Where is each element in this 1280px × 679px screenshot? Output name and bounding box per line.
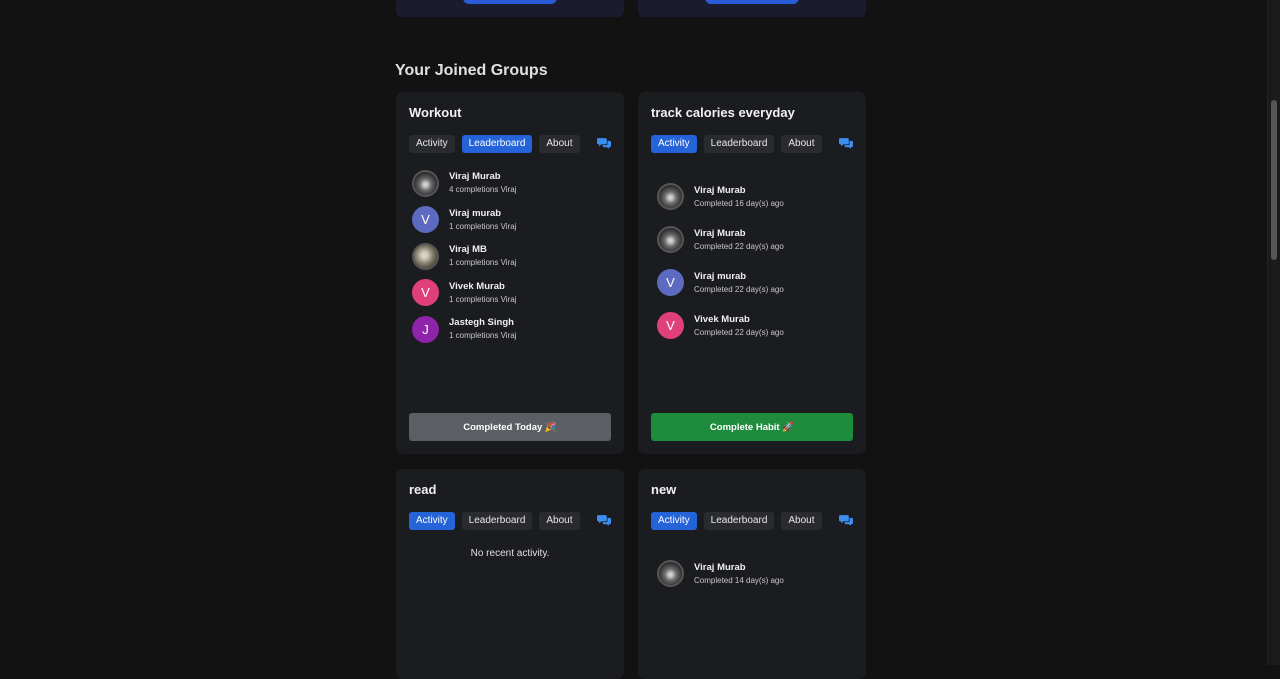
chat-bubbles-icon[interactable] bbox=[597, 137, 611, 149]
list-item: Viraj Murab Completed 14 day(s) ago bbox=[657, 552, 853, 595]
activity-time: Completed 16 day(s) ago bbox=[694, 198, 784, 208]
group-tabs: Activity Leaderboard About bbox=[651, 135, 853, 153]
tab-about[interactable]: About bbox=[781, 512, 822, 530]
group-tabs: Activity Leaderboard About bbox=[409, 135, 611, 153]
avatar bbox=[657, 560, 684, 587]
avatar: V bbox=[657, 269, 684, 296]
group-card-new: new Activity Leaderboard About Viraj Mur… bbox=[638, 469, 866, 679]
tab-about[interactable]: About bbox=[781, 135, 822, 153]
member-name: Vivek Murab bbox=[694, 313, 750, 325]
member-completions: 1 completions Viraj bbox=[449, 258, 517, 268]
page-scrollbar[interactable] bbox=[1267, 0, 1280, 665]
group-card-track-calories: track calories everyday Activity Leaderb… bbox=[638, 92, 866, 454]
member-name: Viraj murab bbox=[694, 270, 747, 282]
avatar: V bbox=[657, 312, 684, 339]
tab-leaderboard[interactable]: Leaderboard bbox=[703, 135, 775, 153]
avatar bbox=[412, 242, 439, 270]
group-card-workout: Workout Activity Leaderboard About Viraj… bbox=[396, 92, 624, 454]
list-item: V Vivek Murab 1 completions Viraj bbox=[412, 275, 611, 312]
activity-list: Viraj Murab Completed 16 day(s) ago Viraj… bbox=[657, 175, 853, 347]
group-title: Workout bbox=[409, 105, 462, 120]
tab-leaderboard[interactable]: Leaderboard bbox=[461, 512, 533, 530]
avatar: V bbox=[412, 206, 439, 234]
scrollbar-thumb[interactable] bbox=[1271, 100, 1277, 260]
activity-time: Completed 14 day(s) ago bbox=[694, 575, 784, 585]
member-name: Viraj Murab bbox=[694, 561, 746, 573]
group-tabs: Activity Leaderboard About bbox=[409, 512, 611, 530]
member-name: Vivek Murab bbox=[449, 280, 505, 292]
tab-activity[interactable]: Activity bbox=[409, 512, 455, 530]
tab-about[interactable]: About bbox=[539, 135, 580, 153]
member-completions: 1 completions Viraj bbox=[449, 221, 517, 231]
member-name: Viraj murab bbox=[449, 207, 502, 219]
tab-activity[interactable]: Activity bbox=[651, 512, 697, 530]
tab-activity[interactable]: Activity bbox=[651, 135, 697, 153]
group-title: read bbox=[409, 482, 437, 497]
activity-list: Viraj Murab Completed 14 day(s) ago bbox=[657, 552, 853, 595]
list-item: V Viraj murab 1 completions Viraj bbox=[412, 202, 611, 239]
member-completions: 4 completions Viraj bbox=[449, 185, 517, 195]
list-item: V Vivek Murab Completed 22 day(s) ago bbox=[657, 304, 853, 347]
member-completions: 1 completions Viraj bbox=[449, 331, 517, 341]
list-item: Viraj MB 1 completions Viraj bbox=[412, 238, 611, 275]
list-item: Viraj Murab Completed 22 day(s) ago bbox=[657, 218, 853, 261]
activity-time: Completed 22 day(s) ago bbox=[694, 327, 784, 337]
member-name: Viraj Murab bbox=[694, 184, 746, 196]
tab-about[interactable]: About bbox=[539, 512, 580, 530]
activity-time: Completed 22 day(s) ago bbox=[694, 241, 784, 251]
member-name: Viraj Murab bbox=[449, 171, 501, 183]
member-name: Jastegh Singh bbox=[449, 317, 514, 329]
list-item: J Jastegh Singh 1 completions Viraj bbox=[412, 311, 611, 348]
member-name: Viraj MB bbox=[449, 244, 487, 256]
complete-habit-button[interactable]: Complete Habit 🚀 bbox=[651, 413, 853, 441]
tab-activity[interactable]: Activity bbox=[409, 135, 455, 153]
avatar: V bbox=[412, 279, 439, 307]
empty-state-text: No recent activity. bbox=[470, 548, 550, 559]
section-title: Your Joined Groups bbox=[395, 62, 548, 79]
chat-bubbles-icon[interactable] bbox=[839, 137, 853, 149]
list-item: V Viraj murab Completed 22 day(s) ago bbox=[657, 261, 853, 304]
group-card-partial bbox=[396, 0, 624, 17]
list-item: Viraj Murab Completed 16 day(s) ago bbox=[657, 175, 853, 218]
tab-leaderboard[interactable]: Leaderboard bbox=[461, 135, 533, 153]
group-card-read: read Activity Leaderboard About No recen… bbox=[396, 469, 624, 679]
list-item: Viraj Murab 4 completions Viraj bbox=[412, 165, 611, 202]
group-card-partial-button[interactable] bbox=[463, 0, 557, 4]
avatar bbox=[657, 183, 684, 210]
member-completions: 1 completions Viraj bbox=[449, 294, 517, 304]
leaderboard-list: Viraj Murab 4 completions Viraj V Viraj m… bbox=[412, 165, 611, 348]
group-tabs: Activity Leaderboard About bbox=[651, 512, 853, 530]
avatar: J bbox=[412, 315, 439, 343]
member-name: Viraj Murab bbox=[694, 227, 746, 239]
chat-bubbles-icon[interactable] bbox=[597, 514, 611, 526]
activity-time: Completed 22 day(s) ago bbox=[694, 284, 784, 294]
avatar bbox=[412, 169, 439, 197]
tab-leaderboard[interactable]: Leaderboard bbox=[703, 512, 775, 530]
group-card-partial-button[interactable] bbox=[705, 0, 799, 4]
completed-today-button[interactable]: Completed Today 🎉 bbox=[409, 413, 611, 441]
chat-bubbles-icon[interactable] bbox=[839, 514, 853, 526]
group-title: track calories everyday bbox=[651, 105, 795, 120]
avatar bbox=[657, 226, 684, 253]
group-title: new bbox=[651, 482, 677, 497]
group-card-partial bbox=[638, 0, 866, 17]
